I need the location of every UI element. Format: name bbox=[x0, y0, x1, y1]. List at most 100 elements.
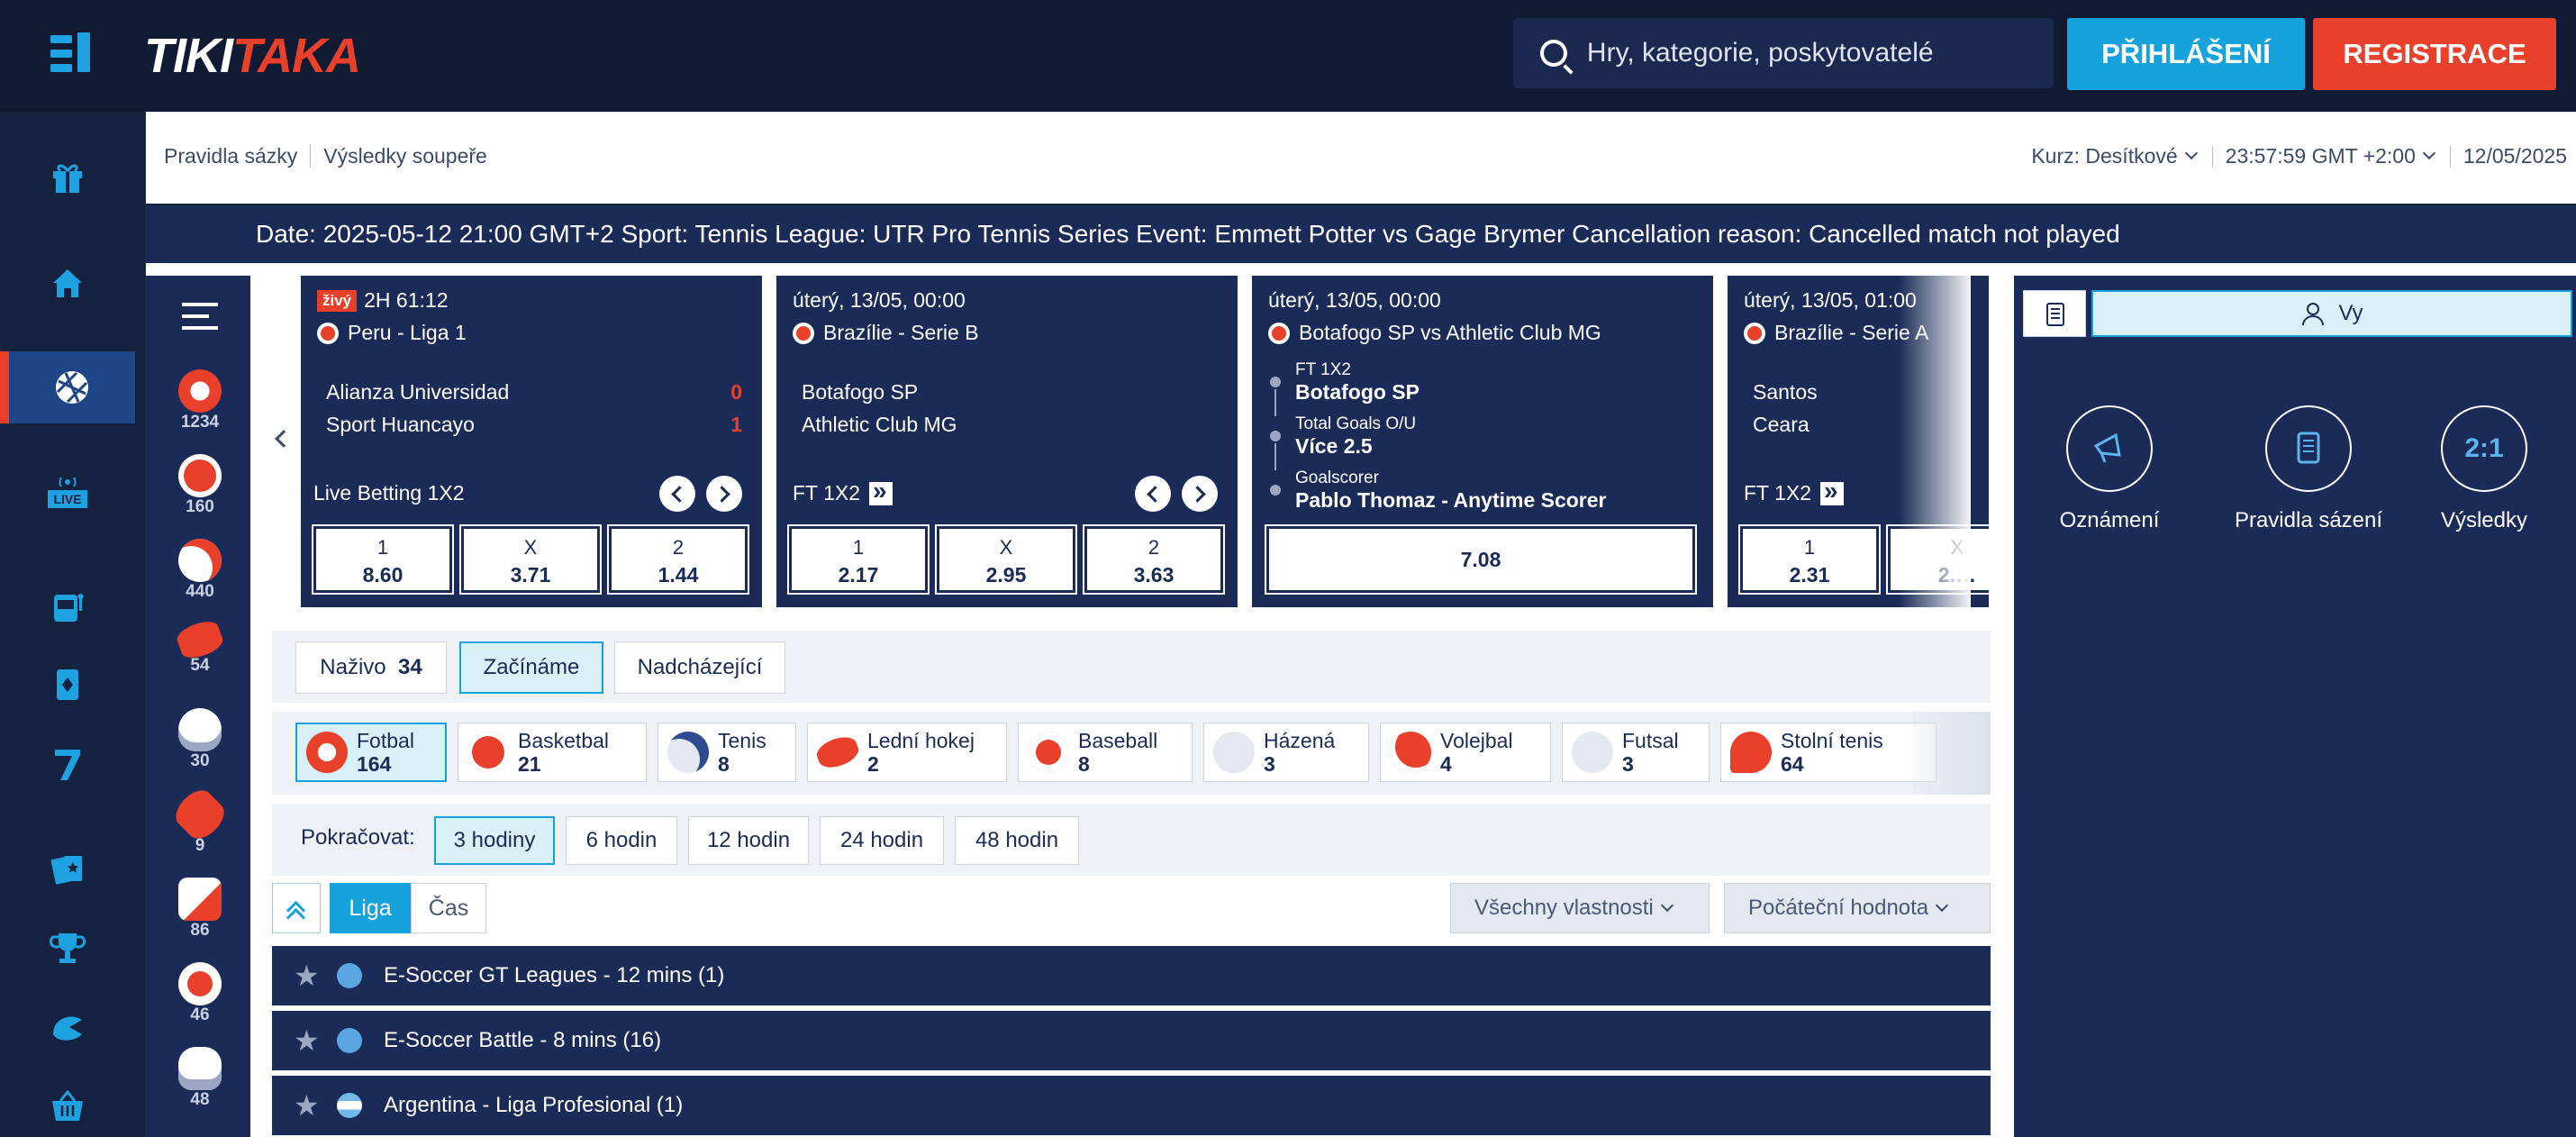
odds-button[interactable]: 1 8.60 bbox=[312, 524, 454, 595]
all-properties-dropdown[interactable]: Všechny vlastnosti bbox=[1450, 883, 1710, 933]
sport-chip-basketball[interactable]: Basketbal 21 bbox=[458, 723, 647, 782]
clock-time: 23:57:59 GMT +2:00 bbox=[2225, 144, 2416, 168]
sport-count: 3 bbox=[1622, 752, 1634, 776]
range-24h[interactable]: 24 hodin bbox=[820, 816, 944, 865]
register-button[interactable]: REGISTRACE bbox=[2313, 18, 2556, 90]
menu-icon[interactable] bbox=[182, 303, 218, 330]
sport-chip-volleyball[interactable]: Volejbal 4 bbox=[1380, 723, 1551, 782]
initial-value-dropdown[interactable]: Počáteční hodnota bbox=[1724, 883, 1991, 933]
left-nav: LIVE bbox=[0, 112, 146, 1137]
login-button[interactable]: PŘIHLÁŠENÍ bbox=[2067, 18, 2305, 90]
odds-button[interactable]: 2 1.44 bbox=[607, 524, 749, 595]
gift-icon[interactable] bbox=[0, 141, 135, 213]
favorite-star-icon[interactable]: ★ bbox=[294, 1023, 320, 1058]
handball-player-icon bbox=[1213, 732, 1255, 773]
sports-icon[interactable] bbox=[0, 351, 135, 423]
sport-tennis[interactable]: 440 bbox=[173, 539, 227, 602]
chevron-down-icon bbox=[2184, 146, 2198, 160]
range-3h[interactable]: 3 hodiny bbox=[434, 816, 555, 865]
sort-by-league-button[interactable]: Liga bbox=[330, 883, 411, 933]
cards-star-icon[interactable] bbox=[0, 832, 135, 905]
collapse-all-icon[interactable] bbox=[272, 883, 321, 933]
sort-by-time-button[interactable]: Čas bbox=[411, 883, 486, 933]
sport-football[interactable]: 1234 bbox=[173, 369, 227, 432]
odds-button[interactable]: X 2.95 bbox=[935, 524, 1077, 595]
sport-chip-tennis[interactable]: Tenis 8 bbox=[658, 723, 796, 782]
sports-next-icon[interactable] bbox=[1913, 712, 1991, 795]
item-label: Výsledky bbox=[2440, 508, 2528, 532]
time-filter-tabs: Naživo 34 Začínáme Nadcházející bbox=[272, 631, 1991, 703]
range-12h[interactable]: 12 hodin bbox=[688, 816, 809, 865]
boxing-glove-icon bbox=[178, 1047, 222, 1090]
sport-rugby[interactable]: 9 bbox=[169, 784, 231, 856]
sport-boxing[interactable]: 48 bbox=[173, 1047, 227, 1110]
announcements-button[interactable]: Oznámení bbox=[2046, 405, 2172, 533]
results-button[interactable]: 2:1 Výsledky bbox=[2421, 405, 2547, 533]
league-row[interactable]: ★ E-Soccer Battle - 8 mins (16) bbox=[272, 1011, 1991, 1070]
odds-button[interactable]: 7.08 bbox=[1265, 524, 1697, 595]
sport-hockey[interactable]: 54 bbox=[173, 616, 227, 676]
search-input[interactable] bbox=[1586, 38, 2054, 68]
sport-name: Házená bbox=[1264, 729, 1336, 752]
sport-badminton[interactable]: 86 bbox=[173, 878, 227, 941]
trophy-icon[interactable] bbox=[0, 912, 135, 984]
event-card[interactable]: úterý, 13/05, 00:00 Brazílie - Serie B B… bbox=[776, 276, 1238, 607]
sport-name: Tenis bbox=[718, 729, 766, 752]
sport-count: 2 bbox=[867, 752, 879, 776]
sport-count: 8 bbox=[1078, 752, 1090, 776]
tab-starting[interactable]: Začínáme bbox=[459, 641, 603, 694]
market-prev-button[interactable] bbox=[1135, 476, 1171, 512]
event-card[interactable]: živý 2H 61:12 Peru - Liga 1 Alianza Unive… bbox=[301, 276, 762, 607]
basket-icon[interactable] bbox=[0, 1070, 135, 1137]
tab-live[interactable]: Naživo 34 bbox=[295, 641, 447, 694]
opponent-results-link[interactable]: Výsledky soupeře bbox=[323, 144, 487, 168]
live-badge: živý bbox=[317, 289, 358, 312]
my-bets-tab[interactable]: Vy bbox=[2091, 290, 2572, 337]
card-icon[interactable] bbox=[0, 649, 135, 721]
sport-baseball[interactable]: 46 bbox=[173, 962, 227, 1025]
table-tennis-icon bbox=[1730, 732, 1772, 773]
sport-chip-handball[interactable]: Házená 3 bbox=[1203, 723, 1369, 782]
betting-rules-link[interactable]: Pravidla sázky bbox=[164, 144, 297, 168]
timezone-selector[interactable]: 23:57:59 GMT +2:00 bbox=[2226, 144, 2437, 168]
league-row[interactable]: ★ E-Soccer GT Leagues - 12 mins (1) bbox=[272, 946, 1991, 1005]
live-icon[interactable]: LIVE bbox=[0, 456, 135, 528]
sport-chip-futsal[interactable]: Futsal 3 bbox=[1562, 723, 1710, 782]
sport-chip-ice-hockey[interactable]: Lední hokej 2 bbox=[807, 723, 1007, 782]
odds-value: Desítkové bbox=[2085, 144, 2178, 168]
seven-icon[interactable] bbox=[0, 728, 135, 800]
sport-basketball[interactable]: 160 bbox=[173, 454, 227, 517]
slot-machine-icon[interactable] bbox=[0, 569, 135, 641]
search-box[interactable] bbox=[1513, 18, 2054, 88]
market-next-button[interactable] bbox=[1182, 476, 1218, 512]
odds-button[interactable]: 2 3.63 bbox=[1083, 524, 1225, 595]
helmet-icon bbox=[178, 708, 222, 751]
sport-chip-football[interactable]: Fotbal 164 bbox=[295, 723, 447, 782]
outcome-label: X bbox=[523, 536, 538, 559]
sport-american-football[interactable]: 30 bbox=[173, 708, 227, 771]
favorite-star-icon[interactable]: ★ bbox=[294, 959, 320, 993]
odds-button[interactable]: 1 2.17 bbox=[787, 524, 930, 595]
bet-builder-card[interactable]: úterý, 13/05, 00:00 Botafogo SP vs Athle… bbox=[1252, 276, 1713, 607]
range-48h[interactable]: 48 hodin bbox=[955, 816, 1079, 865]
chevron-down-icon bbox=[1936, 898, 1949, 913]
league-row[interactable]: ★ Argentina - Liga Profesional (1) bbox=[272, 1076, 1991, 1135]
tab-upcoming[interactable]: Nadcházející bbox=[614, 641, 785, 694]
odds-button[interactable]: X 3.71 bbox=[459, 524, 602, 595]
betting-rules-button[interactable]: Pravidla sázení bbox=[2214, 405, 2403, 533]
logo[interactable]: TIKITAKA bbox=[144, 27, 361, 85]
sidebar-toggle-icon[interactable] bbox=[50, 32, 101, 74]
favorite-star-icon[interactable]: ★ bbox=[294, 1088, 320, 1123]
betslip-icon[interactable] bbox=[2023, 290, 2086, 337]
range-6h[interactable]: 6 hodin bbox=[566, 816, 677, 865]
home-icon[interactable] bbox=[0, 247, 135, 319]
odds-button[interactable]: 1 2.31 bbox=[1738, 524, 1881, 595]
market-prev-button[interactable] bbox=[659, 476, 695, 512]
pacman-icon[interactable] bbox=[0, 991, 135, 1063]
sport-chip-table-tennis[interactable]: Stolní tenis 64 bbox=[1720, 723, 1937, 782]
range-label: 12 hodin bbox=[706, 828, 791, 852]
outcome-label: 1 bbox=[852, 536, 865, 559]
odds-format-selector[interactable]: Kurz: Desítkové bbox=[2031, 144, 2199, 168]
market-next-button[interactable] bbox=[706, 476, 742, 512]
sport-chip-baseball[interactable]: Baseball 8 bbox=[1018, 723, 1193, 782]
